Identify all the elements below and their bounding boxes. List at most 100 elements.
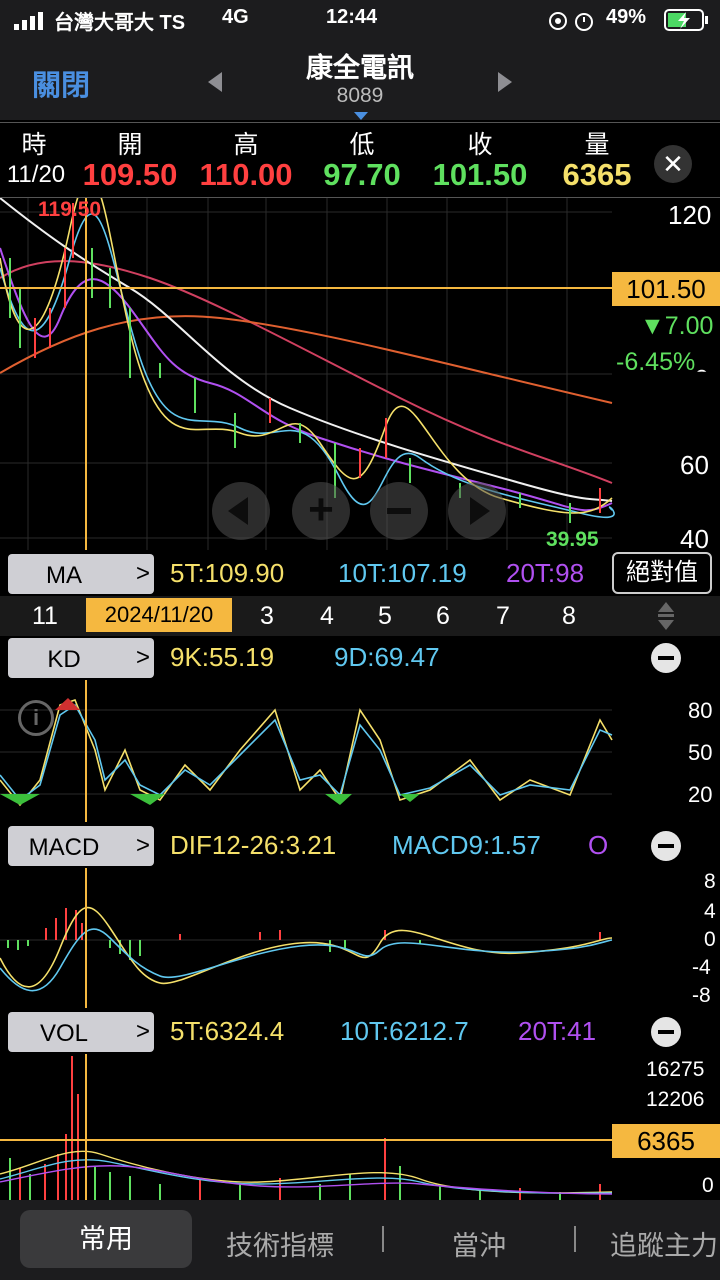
status-bar: 台灣大哥大 TS 4G 12:44 49% bbox=[0, 0, 720, 40]
vol-select-button[interactable]: VOL > bbox=[8, 1012, 154, 1052]
ohlc-panel: 時 開 高 低 收 量 11/20 109.50 110.00 97.70 10… bbox=[0, 122, 720, 198]
macd-signal-value: MACD9:1.57 bbox=[392, 830, 541, 860]
kd-y-tick-50: 50 bbox=[688, 740, 713, 765]
date-label: 11 bbox=[32, 602, 58, 630]
minus-icon[interactable] bbox=[651, 831, 681, 861]
y-tick-60: 60 bbox=[680, 450, 709, 480]
vol-y-tick: 0 bbox=[702, 1174, 714, 1197]
macd-button-label: MACD bbox=[28, 834, 100, 861]
network-type: 4G bbox=[222, 6, 249, 28]
header-high: 高 bbox=[233, 131, 259, 159]
date-axis: 11 2024/11/20 3 4 5 6 7 8 bbox=[0, 596, 720, 636]
selected-date: 2024/11/20 bbox=[86, 598, 232, 632]
volume-chart[interactable]: 16275 12206 6365 0 bbox=[0, 1054, 720, 1200]
close-value: 101.50 bbox=[432, 157, 528, 192]
vol-5t: 5T:6324.4 bbox=[170, 1016, 285, 1046]
forward-icon[interactable] bbox=[448, 482, 506, 540]
macd-y-tick: -4 bbox=[692, 956, 711, 979]
header: 關閉 康全電訊 8089 bbox=[0, 40, 720, 120]
next-stock-button[interactable] bbox=[498, 72, 512, 92]
bottom-tab-bar: 常用 技術指標 當沖 追蹤主力 bbox=[0, 1200, 720, 1280]
header-time: 時 bbox=[21, 131, 47, 159]
macd-y-tick: 8 bbox=[704, 870, 716, 893]
date-label: 6 bbox=[436, 602, 450, 630]
rewind-icon[interactable] bbox=[212, 482, 270, 540]
vol-y-tick: 16275 bbox=[646, 1058, 705, 1081]
date-label: 3 bbox=[260, 602, 274, 630]
volume-tag: 6365 bbox=[612, 1124, 720, 1158]
macd-select-button[interactable]: MACD > bbox=[8, 826, 154, 866]
price-chart-canvas bbox=[0, 198, 615, 550]
stock-name: 康全電訊 bbox=[306, 53, 414, 83]
zoom-in-icon[interactable]: + bbox=[292, 482, 350, 540]
vol-20t: 20T:41 bbox=[518, 1016, 597, 1046]
tab-track-major-players[interactable]: 追蹤主力 bbox=[610, 1224, 720, 1263]
tab-divider bbox=[382, 1226, 384, 1252]
macd-y-tick: 0 bbox=[704, 928, 716, 951]
tab-divider bbox=[574, 1226, 576, 1252]
low-marker: 39.95 bbox=[546, 528, 599, 551]
open-value: 109.50 bbox=[82, 157, 178, 192]
tab-day-trading[interactable]: 當沖 bbox=[452, 1224, 506, 1263]
ma-button-label: MA bbox=[46, 562, 82, 589]
volume-value: 6365 bbox=[562, 157, 632, 192]
battery-percent: 49% bbox=[606, 6, 647, 28]
header-close: 收 bbox=[467, 131, 493, 159]
macd-chart-canvas bbox=[0, 868, 613, 1008]
y-tick-40: 40 bbox=[680, 524, 709, 554]
y-tick-120: 120 bbox=[668, 200, 712, 230]
kd-select-button[interactable]: KD > bbox=[8, 638, 154, 678]
chevron-right-icon: > bbox=[136, 1018, 151, 1045]
tab-technical-indicators[interactable]: 技術指標 bbox=[226, 1224, 334, 1263]
vol-indicator-bar: VOL > 5T:6324.4 10T:6212.7 20T:41 bbox=[0, 1010, 720, 1054]
ohlc-date: 11/20 bbox=[6, 161, 66, 188]
zoom-out-icon[interactable] bbox=[370, 482, 428, 540]
minus-icon[interactable] bbox=[651, 1017, 681, 1047]
close-icon[interactable]: ✕ bbox=[654, 145, 692, 183]
macd-indicator-bar: MACD > DIF12-26:3.21 MACD9:1.57 O bbox=[0, 824, 720, 868]
kd-indicator-bar: KD > 9K:55.19 9D:69.47 bbox=[0, 636, 720, 680]
header-low: 低 bbox=[349, 131, 375, 159]
dropdown-indicator-icon bbox=[354, 112, 368, 120]
vol-10t: 10T:6212.7 bbox=[340, 1016, 469, 1046]
high-marker: 119.50 bbox=[38, 198, 102, 221]
header-volume: 量 bbox=[584, 131, 610, 159]
date-label: 5 bbox=[378, 602, 392, 630]
absolute-value-button[interactable]: 絕對值 bbox=[612, 552, 712, 594]
info-icon[interactable]: i bbox=[18, 700, 54, 736]
vol-button-label: VOL bbox=[39, 1020, 89, 1047]
date-label: 7 bbox=[496, 602, 510, 630]
chevron-right-icon: > bbox=[136, 644, 151, 671]
ma-select-button[interactable]: MA > bbox=[8, 554, 154, 594]
clock: 12:44 bbox=[326, 6, 378, 28]
price-change: ▼7.00 bbox=[640, 312, 714, 340]
tab-common[interactable]: 常用 bbox=[20, 1210, 192, 1268]
battery-icon bbox=[664, 9, 708, 31]
date-label: 4 bbox=[320, 602, 334, 630]
price-chart[interactable]: 119.50 39.95 120 80 60 40 101.50 ▼7.00 -… bbox=[0, 198, 720, 554]
signal-icon bbox=[14, 12, 43, 30]
sort-icon[interactable] bbox=[658, 602, 674, 630]
ma-5t: 5T:109.90 bbox=[170, 558, 285, 588]
kd-y-tick-20: 20 bbox=[688, 782, 713, 807]
chevron-right-icon: > bbox=[136, 832, 151, 859]
carrier-name: 台灣大哥大 TS bbox=[54, 12, 186, 34]
macd-osc-value: O bbox=[588, 830, 609, 860]
kd-chart-canvas bbox=[0, 680, 613, 822]
minus-icon[interactable] bbox=[651, 643, 681, 673]
vol-y-tick: 12206 bbox=[646, 1088, 705, 1111]
stock-code: 8089 bbox=[336, 84, 384, 107]
kd-button-label: KD bbox=[47, 646, 81, 673]
kd-chart[interactable]: i 80 50 20 bbox=[0, 680, 720, 822]
ma-10t: 10T:107.19 bbox=[338, 558, 467, 588]
kd-y-tick-80: 80 bbox=[688, 698, 713, 723]
ma-20t: 20T:98 bbox=[506, 558, 585, 588]
macd-chart[interactable]: 8 4 0 -4 -8 bbox=[0, 868, 720, 1008]
price-tag: 101.50 bbox=[612, 272, 720, 306]
macd-y-tick: -8 bbox=[692, 984, 711, 1007]
date-label: 8 bbox=[562, 602, 576, 630]
macd-dif-value: DIF12-26:3.21 bbox=[170, 830, 337, 860]
alarm-icon bbox=[549, 12, 593, 31]
high-value: 110.00 bbox=[199, 157, 293, 192]
low-value: 97.70 bbox=[323, 157, 401, 192]
